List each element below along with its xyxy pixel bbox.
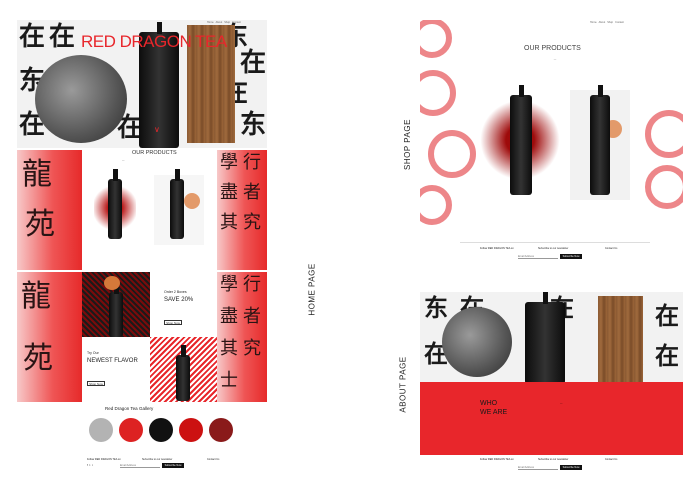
promo-main: SAVE 20% [164,297,194,303]
shop-title: OUR PRODUCTS [524,45,581,52]
footer-contact: Contact Us [207,458,220,461]
about-bottle [525,292,565,382]
shop-product-card-1[interactable] [480,85,560,200]
about-footer-follow: Follow RED DRAGON TEA on [480,458,514,461]
gallery-thumb-5[interactable] [209,418,233,442]
shop-desc: — [553,58,557,61]
promo-image [82,272,150,337]
gallery-thumb-1[interactable] [89,418,113,442]
shop-footer-button[interactable]: Subscribe Now [560,254,582,259]
gallery-thumb-3[interactable] [149,418,173,442]
shop-footer-subscribe: Subscribe to our newsletter [538,247,569,250]
product-card-1[interactable] [90,169,140,245]
promo-right-kanji: 學行 盡者 其究 士 [217,272,267,402]
about-hero: 东在 在在 在在 东在 [420,292,683,382]
products-title: OUR PRODUCTS [132,150,177,156]
about-page-label: ABOUT PAGE [398,356,408,413]
home-footer: Follow RED DRAGON TEA on f t i Subscribe… [17,458,267,482]
nav-menu[interactable]: Home About Shop Contact [207,21,241,24]
gallery-thumb-2[interactable] [119,418,143,442]
products-desc: — [122,159,125,162]
newest-flavor-block: Try Our NEWEST FLAVOR Shop Now [82,337,150,402]
products-section: OUR PRODUCTS — [82,150,217,270]
shop-bottle-1 [510,85,532,195]
promo-button[interactable]: Shop Now [164,320,182,325]
home-page-mockup: 在在 东在 东在 在东 在 RED DRAGON TEA ∨ Home Abou… [17,20,267,458]
shop-footer-follow: Follow RED DRAGON TEA on [480,247,514,250]
about-wood-panel [598,296,643,382]
about-who-2: WE ARE [480,409,508,416]
scroll-down-icon[interactable]: ∨ [154,125,160,134]
shop-nav-menu[interactable]: Home About Shop Contact [590,21,624,24]
mortar-image [35,55,127,143]
design-board: 在在 东在 东在 在东 在 RED DRAGON TEA ∨ Home Abou… [0,0,700,495]
gallery-section: Red Dragon Tea Gallery [17,404,267,458]
footer-email-field[interactable]: Email Address [120,464,160,468]
product-2-bottle [170,169,184,239]
footer-social-icons[interactable]: f t i [87,463,93,467]
footer-subscribe-button[interactable]: Subscribe Now [162,463,184,468]
promo-text-block: Order 2 Boxes SAVE 20% Shop Now [152,272,217,337]
product-card-2[interactable] [154,169,204,245]
product-1-bottle [108,169,122,239]
footer-follow: Follow RED DRAGON TEA on [87,458,121,461]
shop-bottle-2 [590,85,610,195]
shop-page-label: SHOP PAGE [402,119,412,170]
promo-top-line: Order 2 Boxes [164,290,187,294]
about-mortar [442,307,512,377]
shop-product-card-2[interactable] [570,85,630,200]
about-red-band: WHO WE ARE — [420,382,683,455]
shop-footer-contact: Contact Us [605,247,618,250]
hero-title: RED DRAGON TEA [81,32,227,51]
shop-page-mockup: Home About Shop Contact OUR PRODUCTS — F… [420,20,683,272]
try-label: Try Our [87,351,99,355]
shop-footer-email[interactable]: Email Address [518,255,558,259]
about-footer-contact: Contact Us [605,458,618,461]
about-page-mockup: 东在 在在 在在 东在 WHO WE ARE — Follow RED DRAG… [420,292,683,482]
newest-flavor-title: NEWEST FLAVOR [87,358,138,364]
newest-flavor-image [150,337,217,402]
promo-left-kanji: 龍苑 [17,272,82,402]
about-footer-subscribe: Subscribe to our newsletter [538,458,569,461]
about-body: — [560,402,563,405]
home-page-label: HOME PAGE [307,263,317,316]
about-footer-button[interactable]: Subscribe Now [560,465,582,470]
gallery-thumb-4[interactable] [179,418,203,442]
hero-section: 在在 东在 东在 在东 在 RED DRAGON TEA ∨ Home Abou… [17,20,267,148]
footer-subscribe: Subscribe to our newsletter [142,458,173,461]
gallery-title: Red Dragon Tea Gallery [105,406,154,411]
newest-button[interactable]: Shop Now [87,381,105,386]
products-left-kanji: 龍苑 [17,150,82,270]
about-who-1: WHO [480,400,498,407]
about-footer-email[interactable]: Email Address [518,466,558,470]
products-right-kanji: 學行 盡者 其究 [217,150,267,270]
